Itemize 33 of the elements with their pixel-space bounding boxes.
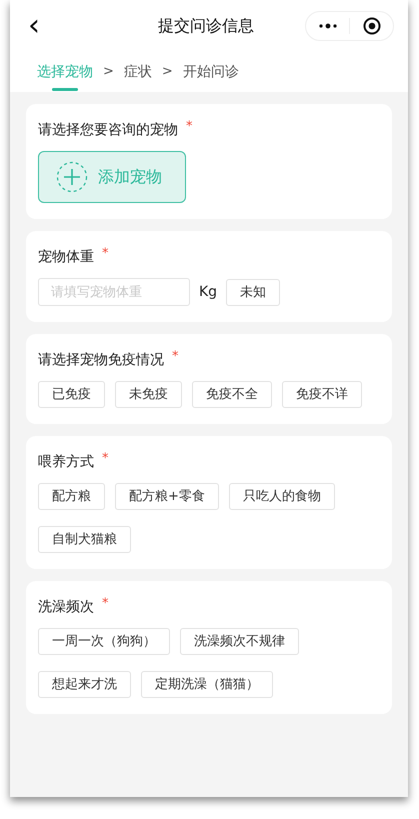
required-mark: *	[172, 350, 178, 364]
option-chip[interactable]: 定期洗澡（猫猫）	[141, 671, 273, 698]
step-tab[interactable]: 症状	[124, 62, 152, 91]
option-chip[interactable]: 已免疫	[38, 381, 105, 408]
back-button[interactable]: ‹	[24, 11, 44, 41]
step-tab[interactable]: 开始问诊	[182, 62, 239, 91]
option-chip[interactable]: 免疫不全	[192, 381, 272, 408]
required-mark: *	[102, 452, 108, 466]
plus-icon	[56, 161, 88, 193]
section-title: 洗澡频次	[38, 598, 94, 617]
section-title: 请选择宠物免疫情况	[38, 351, 164, 370]
page-title: 提交问诊信息	[157, 15, 255, 37]
required-mark: *	[186, 120, 192, 134]
unit-label: Kg	[199, 282, 218, 302]
section-title: 喂养方式	[38, 453, 94, 472]
required-mark: *	[102, 247, 108, 261]
option-chip[interactable]: 洗澡频次不规律	[180, 628, 299, 655]
option-chip[interactable]: 未知	[226, 278, 280, 306]
option-chip[interactable]: 免疫不详	[282, 381, 362, 408]
required-mark: *	[102, 597, 108, 611]
option-chip[interactable]: 想起来才洗	[38, 671, 131, 698]
target-icon	[362, 17, 380, 35]
option-chip[interactable]: 自制犬猫粮	[38, 526, 131, 553]
step-separator: >	[103, 63, 114, 81]
step-separator: >	[162, 63, 173, 81]
section-title: 宠物体重	[38, 248, 94, 267]
option-chip[interactable]: 只吃人的食物	[228, 483, 335, 510]
option-chip[interactable]: 一周一次（狗狗）	[38, 628, 170, 655]
more-icon	[318, 23, 338, 29]
section-title: 请选择您要咨询的宠物	[38, 121, 178, 140]
option-chip[interactable]: 配方粮	[38, 483, 105, 510]
option-chip[interactable]: 配方粮+零食	[115, 483, 219, 510]
option-chip[interactable]: 未免疫	[115, 381, 182, 408]
